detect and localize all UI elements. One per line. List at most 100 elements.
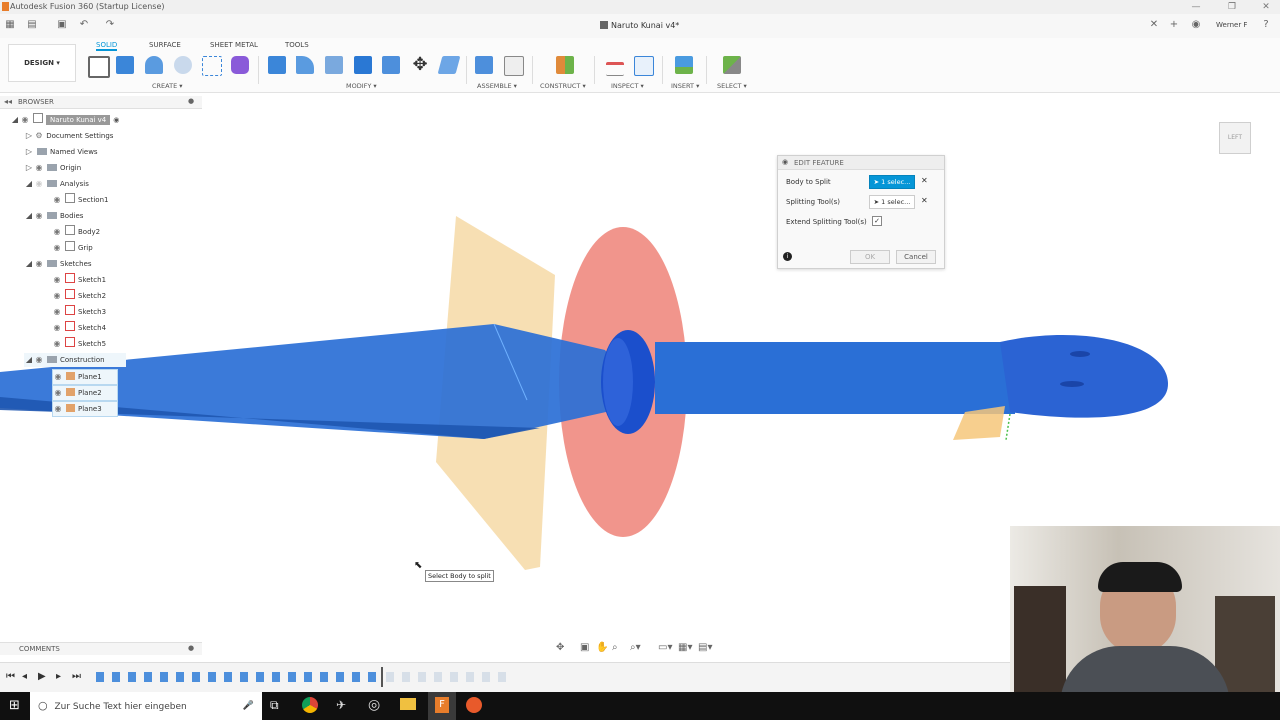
close-tab-icon[interactable]: ✕ [1148,19,1160,31]
tree-node-bodies[interactable]: ◢ ◉ Bodies [24,209,84,223]
tree-node-construction[interactable]: ◢ ◉ Construction [24,353,126,367]
document-tab[interactable]: Naruto Kunai v4* [600,21,679,30]
look-at-icon[interactable]: ▣ [580,642,589,653]
visibility-eye-icon[interactable]: ◉ [20,113,30,127]
select-icon[interactable] [723,56,741,74]
tree-node-section1[interactable]: ◉ Section1 [52,193,108,207]
ring-pommel[interactable] [1000,335,1168,418]
visibility-eye-icon[interactable]: ◉ [53,402,63,416]
chamfer-icon[interactable] [325,56,343,74]
create-sketch-icon[interactable] [88,56,110,78]
undo-icon[interactable]: ↶ [78,19,90,31]
app-icon[interactable] [466,697,482,713]
expand-triangle-icon[interactable]: ▷ [24,145,34,159]
expand-triangle-icon[interactable]: ▷ [24,161,34,175]
body-to-split-selector[interactable]: ➤ 1 selec... [869,175,915,189]
file-menu-icon[interactable]: ▤ [26,19,38,31]
timeline-suppressed-features[interactable] [386,672,508,682]
task-view-icon[interactable]: ⧉ [270,698,279,713]
grip-body[interactable] [655,342,1015,414]
visibility-eye-icon[interactable]: ◉ [52,305,62,319]
grid-icon[interactable]: ▦▾ [678,642,692,653]
play-icon[interactable]: ▶ [38,671,46,682]
collapse-triangle-icon[interactable]: ◢ [10,113,20,127]
cancel-button[interactable]: Cancel [896,250,936,264]
collapse-triangle-icon[interactable]: ◢ [24,177,34,191]
expand-triangle-icon[interactable]: ▷ [24,129,34,143]
close-window-icon[interactable]: ✕ [1254,0,1278,14]
tree-node-sketches[interactable]: ◢ ◉ Sketches [24,257,92,271]
zoom-icon[interactable]: ⌕ [612,642,618,653]
visibility-eye-icon[interactable]: ◉ [52,321,62,335]
visibility-eye-icon[interactable]: ◉ [52,241,62,255]
tree-node-analysis[interactable]: ◢ ◉ Analysis [24,177,89,191]
fillet-icon[interactable] [296,56,314,74]
construct-menu[interactable]: CONSTRUCT ▾ [540,82,586,90]
joint-icon[interactable] [504,56,524,76]
tree-node-plane2[interactable]: ◉ Plane2 [52,385,118,401]
tree-node-named-views[interactable]: ▷ Named Views [24,145,98,159]
extend-splitting-tools-checkbox[interactable]: ✓ [872,216,882,226]
tree-node-sketch1[interactable]: ◉ Sketch1 [52,273,106,287]
restore-icon[interactable]: ❐ [1220,0,1244,14]
viewports-icon[interactable]: ▤▾ [698,642,712,653]
ok-button[interactable]: OK [850,250,890,264]
browser-pin-icon[interactable]: ● [188,97,194,105]
tree-node-sketch5[interactable]: ◉ Sketch5 [52,337,106,351]
file-explorer-icon[interactable] [400,698,416,710]
job-status-icon[interactable]: ◉ [1190,19,1202,31]
fusion-taskbar-button[interactable]: F [428,692,456,720]
tree-node-sketch4[interactable]: ◉ Sketch4 [52,321,106,335]
pattern-icon[interactable] [202,56,222,76]
tab-surface[interactable]: SURFACE [149,41,181,49]
obs-icon[interactable]: ◎ [368,697,380,713]
measure-icon[interactable] [606,62,624,76]
minimize-icon[interactable]: — [1184,0,1208,14]
tab-tools[interactable]: TOOLS [285,41,309,49]
visibility-eye-icon[interactable]: ◉ [52,289,62,303]
comments-panel[interactable]: COMMENTS ● [0,642,202,655]
combine-icon[interactable] [382,56,400,74]
tree-node-sketch3[interactable]: ◉ Sketch3 [52,305,106,319]
clear-selection-icon[interactable]: ✕ [921,196,928,205]
dialog-collapse-icon[interactable]: ◉ [782,158,788,166]
revolve-icon[interactable] [145,56,163,74]
tree-node-document-settings[interactable]: ▷ ⚙ Document Settings [24,129,114,143]
comments-add-icon[interactable]: ● [188,644,194,652]
visibility-eye-icon[interactable]: ◉ [53,386,63,400]
tree-node-plane3[interactable]: ◉ Plane3 [52,401,118,417]
split-icon[interactable] [437,56,461,74]
visibility-eye-icon[interactable]: ◉ [34,353,44,367]
save-icon[interactable]: ▣ [56,19,68,31]
taskbar-search[interactable]: ○ Zur Suche Text hier eingeben 🎤 [30,692,262,720]
visibility-eye-icon[interactable]: ◉ [34,161,44,175]
tab-sheet-metal[interactable]: SHEET METAL [210,41,258,49]
tree-node-sketch2[interactable]: ◉ Sketch2 [52,289,106,303]
visibility-eye-icon[interactable]: ◉ [52,225,62,239]
viewcube-face-left[interactable]: LEFT [1219,122,1251,154]
shell-icon[interactable] [354,56,372,74]
new-component-icon[interactable] [475,56,493,74]
timeline-marker[interactable] [381,667,383,687]
tree-node-root[interactable]: ◢ ◉ Naruto Kunai v4 ◉ [10,113,119,127]
previous-step-icon[interactable]: ◂ [22,671,27,682]
help-icon[interactable]: ? [1260,19,1272,31]
display-settings-icon[interactable]: ▭▾ [658,642,672,653]
timeline-features[interactable] [96,672,380,682]
splitting-tools-selector[interactable]: ➤ 1 selec... [869,195,915,209]
next-step-icon[interactable]: ▸ [56,671,61,682]
create-menu[interactable]: CREATE ▾ [152,82,183,90]
move-icon[interactable]: ✥ [411,56,429,74]
visibility-eye-icon[interactable]: ◉ [52,337,62,351]
chrome-icon[interactable] [302,697,318,713]
assemble-menu[interactable]: ASSEMBLE ▾ [477,82,517,90]
tree-node-plane1[interactable]: ◉ Plane1 [52,369,118,385]
visibility-eye-icon[interactable]: ◉ [52,273,62,287]
windows-start-icon[interactable]: ⊞ [9,698,20,713]
tree-node-body2[interactable]: ◉ Body2 [52,225,100,239]
extrude-icon[interactable] [116,56,134,74]
activate-radio-icon[interactable]: ◉ [113,116,119,124]
redo-icon[interactable]: ↷ [104,19,116,31]
press-pull-icon[interactable] [268,56,286,74]
first-step-icon[interactable]: ⏮ [6,671,15,682]
